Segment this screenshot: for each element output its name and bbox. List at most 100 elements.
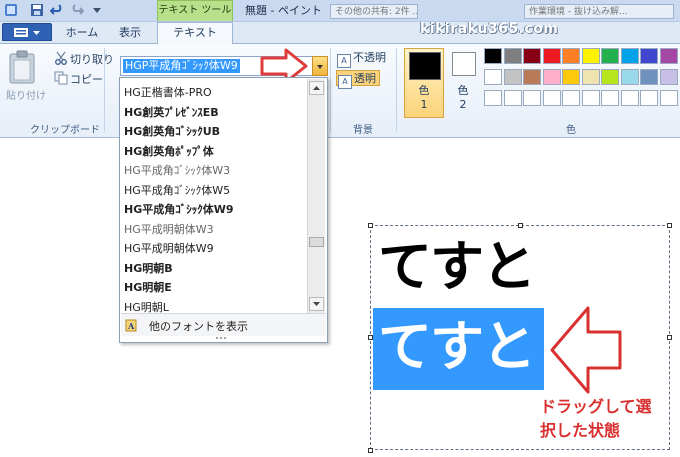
palette-swatch[interactable] bbox=[581, 90, 600, 106]
scissors-icon bbox=[55, 51, 67, 65]
opaque-label: 不透明 bbox=[353, 51, 386, 64]
palette-swatch[interactable] bbox=[484, 69, 502, 85]
color1-swatch bbox=[409, 52, 441, 80]
font-option[interactable]: HG平成角ｺﾞｼｯｸ体W5 bbox=[124, 182, 230, 198]
palette-swatch[interactable] bbox=[601, 90, 619, 106]
cut-button[interactable]: 切り取り bbox=[70, 51, 114, 67]
palette-swatch[interactable] bbox=[601, 69, 619, 85]
resize-handle[interactable] bbox=[368, 448, 373, 453]
svg-text:A: A bbox=[127, 321, 135, 331]
palette-swatch[interactable] bbox=[659, 69, 678, 85]
font-option[interactable]: HG平成明朝体W9 bbox=[124, 240, 214, 256]
ribbon-tab-row bbox=[0, 22, 680, 44]
more-fonts-row[interactable]: A 他のフォントを表示 bbox=[121, 313, 326, 336]
font-folder-icon: A bbox=[125, 319, 137, 332]
font-option[interactable]: HG平成明朝体W3 bbox=[124, 221, 214, 237]
save-icon[interactable] bbox=[30, 3, 44, 17]
palette-swatch[interactable] bbox=[523, 69, 541, 85]
palette-swatch[interactable] bbox=[581, 69, 600, 85]
chevron-down-icon bbox=[317, 65, 323, 69]
text-tools-context-tab: テキスト ツール bbox=[157, 0, 233, 21]
colors-group-label: 色 bbox=[566, 125, 576, 136]
font-option[interactable]: HG創英ﾌﾟﾚｾﾞﾝｽEB bbox=[124, 104, 219, 120]
title-bar: その他の共有: 2件 ... 作業環境 - 抜け込み解... bbox=[0, 0, 680, 22]
annotation-line-2: 択した状態 bbox=[540, 421, 621, 440]
opaque-icon: A bbox=[337, 54, 351, 68]
undo-icon[interactable] bbox=[50, 3, 64, 17]
font-option[interactable]: HG明朝B bbox=[124, 260, 173, 276]
palette-swatch[interactable] bbox=[523, 90, 541, 106]
palette-swatch[interactable] bbox=[542, 48, 561, 64]
redo-icon[interactable] bbox=[70, 3, 84, 17]
scroll-thumb[interactable] bbox=[309, 237, 324, 247]
font-option[interactable]: HG創英角ﾎﾟｯﾌﾟ体 bbox=[124, 143, 214, 159]
annotation-text: ドラッグして選 択した状態 bbox=[540, 395, 652, 443]
more-fonts-label: 他のフォントを表示 bbox=[149, 320, 248, 333]
font-name-value[interactable]: HGP平成角ｺﾞｼｯｸ体W9 bbox=[123, 59, 240, 73]
watermark-text: kikiraku365.com bbox=[420, 21, 559, 37]
app-menu-button[interactable] bbox=[2, 23, 52, 41]
resize-handle[interactable] bbox=[518, 223, 523, 228]
palette-swatch[interactable] bbox=[640, 69, 658, 85]
resize-handle[interactable] bbox=[368, 223, 373, 228]
menu-icon bbox=[14, 28, 40, 37]
palette-swatch[interactable] bbox=[523, 48, 541, 64]
palette-swatch[interactable] bbox=[503, 48, 522, 64]
opaque-button[interactable]: A 不透明 bbox=[336, 50, 386, 68]
paste-button-label[interactable]: 貼り付け bbox=[6, 87, 46, 102]
palette-swatch[interactable] bbox=[503, 69, 522, 85]
canvas-text-line-2-selected[interactable]: てすと bbox=[378, 312, 536, 382]
annotation-arrow-icon bbox=[550, 306, 622, 394]
ribbon-separator bbox=[330, 48, 331, 132]
transparent-button[interactable]: A 透明 bbox=[336, 70, 380, 89]
palette-swatch[interactable] bbox=[640, 48, 658, 64]
quick-access-dropdown-icon[interactable] bbox=[90, 3, 104, 17]
font-option[interactable]: HG平成角ｺﾞｼｯｸ体W9 bbox=[124, 201, 234, 217]
palette-swatch[interactable] bbox=[620, 90, 639, 106]
copy-button[interactable]: コピー bbox=[70, 71, 103, 87]
palette-swatch[interactable] bbox=[503, 90, 522, 106]
font-option[interactable]: HG正楷書体-PRO bbox=[124, 84, 212, 100]
tab-home[interactable]: ホーム bbox=[62, 23, 102, 43]
color2-swatch[interactable] bbox=[452, 52, 476, 76]
palette-swatch[interactable] bbox=[659, 90, 678, 106]
palette-swatch[interactable] bbox=[562, 69, 580, 85]
tab-text[interactable]: テキスト bbox=[157, 22, 233, 44]
clipboard-group-label: クリップボード bbox=[30, 125, 100, 136]
palette-swatch[interactable] bbox=[640, 90, 658, 106]
canvas-text-line-1[interactable]: てすと bbox=[378, 232, 536, 302]
font-options: HG正楷書体-PRO HG創英ﾌﾟﾚｾﾞﾝｽEB HG創英角ｺﾞｼｯｸUB HG創英角… bbox=[120, 78, 306, 314]
resize-handle[interactable] bbox=[667, 335, 672, 340]
palette-swatch[interactable] bbox=[581, 48, 600, 64]
palette-swatch[interactable] bbox=[484, 48, 502, 64]
font-dropdown-button[interactable] bbox=[312, 56, 328, 76]
window-title: 無題 - ペイント bbox=[245, 4, 322, 17]
copy-icon bbox=[54, 71, 68, 85]
palette-swatch[interactable] bbox=[562, 90, 580, 106]
palette-swatch[interactable] bbox=[620, 48, 639, 64]
resize-grip-icon[interactable] bbox=[215, 336, 229, 340]
scroll-up-icon[interactable] bbox=[309, 81, 324, 95]
palette-swatch[interactable] bbox=[601, 48, 619, 64]
palette-swatch[interactable] bbox=[542, 90, 561, 106]
font-option[interactable]: HG明朝E bbox=[124, 279, 172, 295]
font-option[interactable]: HG創英角ｺﾞｼｯｸUB bbox=[124, 123, 220, 139]
ribbon-separator bbox=[104, 48, 105, 132]
palette-swatch[interactable] bbox=[562, 48, 580, 64]
palette-swatch[interactable] bbox=[542, 69, 561, 85]
scroll-down-icon[interactable] bbox=[309, 297, 324, 311]
palette-swatch[interactable] bbox=[620, 69, 639, 85]
resize-handle[interactable] bbox=[667, 223, 672, 228]
tab-view[interactable]: 表示 bbox=[110, 23, 150, 43]
transparent-icon: A bbox=[338, 75, 352, 89]
background-group-label: 背景 bbox=[353, 125, 373, 136]
paint-app-icon[interactable] bbox=[4, 3, 18, 17]
font-option[interactable]: HG平成角ｺﾞｼｯｸ体W3 bbox=[124, 162, 230, 178]
background-window-2[interactable]: 作業環境 - 抜け込み解... bbox=[524, 4, 674, 19]
ribbon-separator bbox=[396, 48, 397, 132]
paste-clipboard-icon[interactable] bbox=[8, 50, 36, 84]
palette-swatch[interactable] bbox=[484, 90, 502, 106]
palette-swatch[interactable] bbox=[659, 48, 678, 64]
dropdown-scrollbar[interactable] bbox=[307, 79, 325, 313]
background-window-1[interactable]: その他の共有: 2件 ... bbox=[330, 4, 418, 19]
